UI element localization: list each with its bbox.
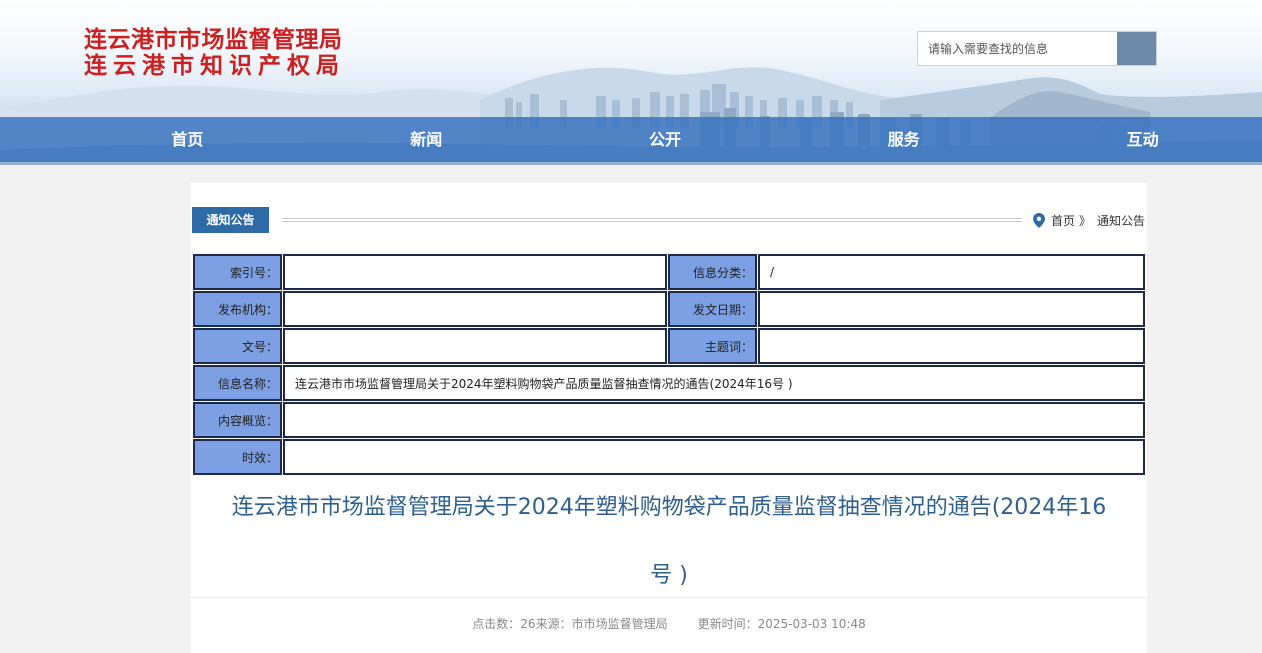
docno-label: 文号： <box>193 328 282 364</box>
table-row: 索引号： 信息分类： / <box>193 254 1145 290</box>
site-title[interactable]: 连云港市市场监督管理局 连云港市知识产权局 <box>84 27 345 79</box>
content-panel: 通知公告 首页 》 通知公告 索引号： 信息分类： / 发布机构： 发文日期： <box>191 183 1147 653</box>
subject-value <box>758 328 1145 364</box>
nav-item-news[interactable]: 新闻 <box>307 117 546 162</box>
validity-value <box>283 439 1145 475</box>
summary-value <box>283 402 1145 438</box>
summary-label: 内容概览： <box>193 402 282 438</box>
table-row: 发布机构： 发文日期： <box>193 291 1145 327</box>
table-row: 时效： <box>193 439 1145 475</box>
article-divider <box>191 597 1147 598</box>
index-value <box>283 254 667 290</box>
article-title: 连云港市市场监督管理局关于2024年塑料购物袋产品质量监督抽查情况的通告(202… <box>191 489 1147 595</box>
search-icon <box>1129 41 1145 57</box>
category-value: / <box>758 254 1145 290</box>
date-value <box>758 291 1145 327</box>
article-title-line1: 连云港市市场监督管理局关于2024年塑料购物袋产品质量监督抽查情况的通告(202… <box>231 495 1107 520</box>
table-row: 内容概览： <box>193 402 1145 438</box>
validity-label: 时效： <box>193 439 282 475</box>
update-time: 更新时间：2025-03-03 10:48 <box>697 617 866 631</box>
table-row: 文号： 主题词： <box>193 328 1145 364</box>
site-title-line2: 连云港市知识产权局 <box>84 52 345 79</box>
site-title-line1: 连云港市市场监督管理局 <box>84 26 343 53</box>
section-tag: 通知公告 <box>192 207 269 233</box>
info-meta-table: 索引号： 信息分类： / 发布机构： 发文日期： 文号： 主题词： 信息名称： … <box>192 253 1146 476</box>
main-nav: 首页 新闻 公开 服务 互动 <box>0 117 1262 162</box>
nav-item-interact[interactable]: 互动 <box>1023 117 1262 162</box>
name-label: 信息名称： <box>193 365 282 401</box>
search-box <box>917 31 1157 66</box>
nav-item-home[interactable]: 首页 <box>68 117 307 162</box>
article-info: 点击数：26来源：市市场监督管理局 更新时间：2025-03-03 10:48 <box>191 615 1147 632</box>
search-button[interactable] <box>1117 32 1156 65</box>
breadcrumb-home[interactable]: 首页 <box>1051 212 1075 229</box>
article-source: 来源：市市场监督管理局 <box>535 617 668 631</box>
breadcrumb-current[interactable]: 通知公告 <box>1097 212 1145 229</box>
nav-item-public[interactable]: 公开 <box>546 117 785 162</box>
click-count: 点击数：26 <box>472 617 536 631</box>
section-header: 通知公告 首页 》 通知公告 <box>192 207 1147 233</box>
docno-value <box>283 328 667 364</box>
nav-item-services[interactable]: 服务 <box>784 117 1023 162</box>
location-pin-icon <box>1032 212 1045 228</box>
name-value: 连云港市市场监督管理局关于2024年塑料购物袋产品质量监督抽查情况的通告(202… <box>283 365 1145 401</box>
table-row: 信息名称： 连云港市市场监督管理局关于2024年塑料购物袋产品质量监督抽查情况的… <box>193 365 1145 401</box>
article-title-line2: 号 ) <box>650 563 688 588</box>
breadcrumb: 首页 》 通知公告 <box>1032 207 1145 233</box>
section-divider <box>282 218 1022 222</box>
subject-label: 主题词： <box>668 328 757 364</box>
index-label: 索引号： <box>193 254 282 290</box>
breadcrumb-separator: 》 <box>1078 213 1091 228</box>
org-label: 发布机构： <box>193 291 282 327</box>
search-input[interactable] <box>918 32 1117 65</box>
category-label: 信息分类： <box>668 254 757 290</box>
date-label: 发文日期： <box>668 291 757 327</box>
org-value <box>283 291 667 327</box>
